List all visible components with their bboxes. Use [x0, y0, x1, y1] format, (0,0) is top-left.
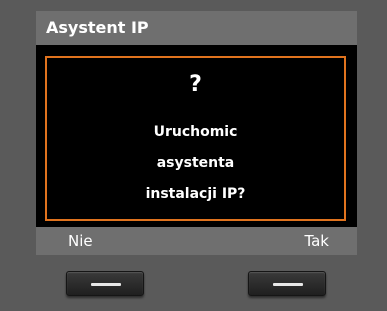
- screen-title: Asystent IP: [46, 18, 149, 37]
- question-mark-icon: ?: [189, 72, 202, 97]
- display-screen: Asystent IP ? Uruchomic asystenta instal…: [36, 11, 357, 255]
- left-soft-key-button[interactable]: [66, 271, 144, 296]
- dialog-message-line-3: instalacji IP?: [145, 186, 246, 202]
- dash-icon: [273, 283, 303, 286]
- dash-icon: [91, 283, 121, 286]
- phone-device: Asystent IP ? Uruchomic asystenta instal…: [0, 0, 387, 311]
- confirmation-dialog: ? Uruchomic asystenta instalacji IP?: [45, 56, 346, 221]
- dialog-message-line-1: Uruchomic: [153, 124, 238, 140]
- right-soft-key-button[interactable]: [248, 271, 326, 296]
- softkey-label-no[interactable]: Nie: [68, 232, 93, 250]
- softkey-label-yes[interactable]: Tak: [304, 232, 329, 250]
- dialog-message-line-2: asystenta: [156, 155, 235, 171]
- softkey-bar: Nie Tak: [36, 227, 357, 255]
- title-bar: Asystent IP: [36, 11, 357, 45]
